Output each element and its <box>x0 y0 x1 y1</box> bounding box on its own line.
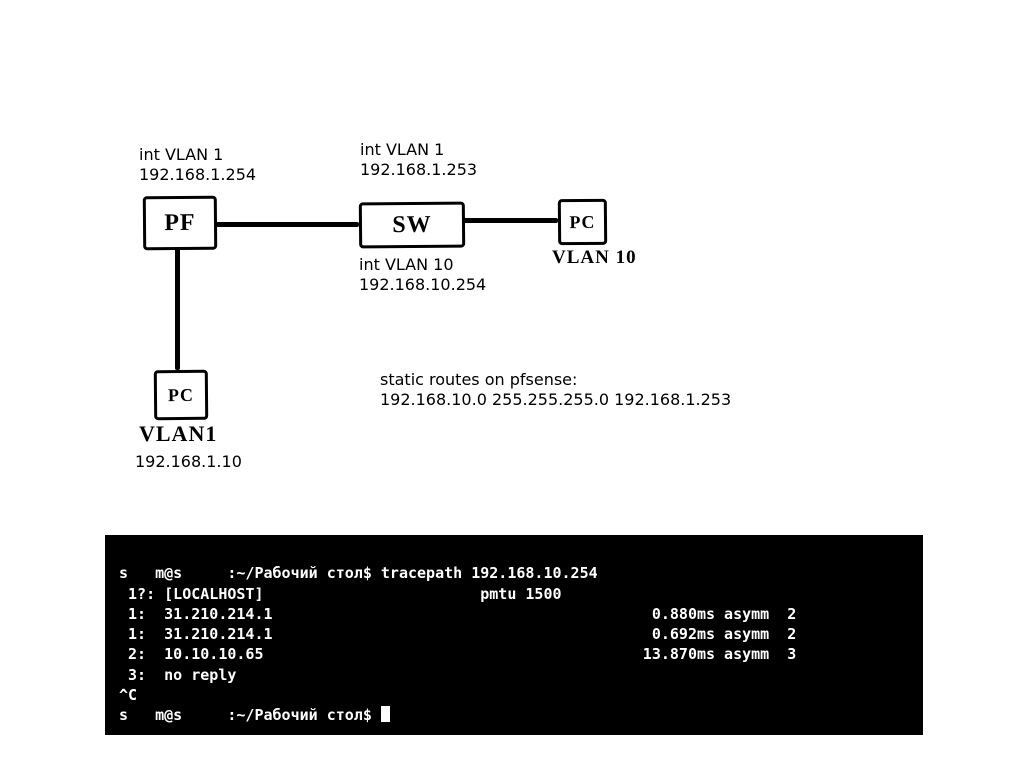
term-prompt2-path: :~/Рабочий стол$ <box>227 706 381 724</box>
sw-vlan10-label: int VLAN 10 192.168.10.254 <box>359 255 486 295</box>
pc1-ip-label: 192.168.1.10 <box>135 452 242 472</box>
term-line-0: 1?: [LOCALHOST] pmtu 1500 <box>119 585 562 603</box>
pf-vlan1-label: int VLAN 1 192.168.1.254 <box>139 145 256 185</box>
link-pf-sw <box>215 222 359 227</box>
link-sw-pc2 <box>463 218 558 223</box>
switch-node: SW <box>359 202 465 249</box>
pfsense-node: PF <box>143 196 217 251</box>
link-pf-pc1 <box>175 248 180 370</box>
term-line-3: 2: 10.10.10.65 13.870ms asymm 3 <box>119 645 796 663</box>
pc2-vlan-label: VLAN 10 <box>552 246 637 270</box>
term-cmd: tracepath 192.168.10.254 <box>381 564 598 582</box>
term-line-4: 3: no reply <box>119 666 236 684</box>
sw-vlan1-label: int VLAN 1 192.168.1.253 <box>360 140 477 180</box>
term-prompt1-path: :~/Рабочий стол$ <box>227 564 381 582</box>
pc-vlan1-node: PC <box>154 370 208 420</box>
term-prompt1-user: s m@s <box>119 564 227 582</box>
pc-vlan10-node: PC <box>558 199 607 245</box>
term-line-2: 1: 31.210.214.1 0.692ms asymm 2 <box>119 625 796 643</box>
terminal-output: s m@s :~/Рабочий стол$ tracepath 192.168… <box>105 535 923 735</box>
pc1-vlan-label: VLAN1 <box>139 420 217 448</box>
term-prompt2-user: s m@s <box>119 706 227 724</box>
terminal-cursor-icon <box>381 706 390 722</box>
pc-vlan1-node-text: PC <box>168 384 194 405</box>
term-line-1: 1: 31.210.214.1 0.880ms asymm 2 <box>119 605 796 623</box>
term-break: ^C <box>119 686 137 704</box>
pfsense-node-text: PF <box>164 209 196 236</box>
static-routes-label: static routes on pfsense: 192.168.10.0 2… <box>380 370 731 410</box>
switch-node-text: SW <box>392 211 432 238</box>
pc-vlan10-node-text: PC <box>569 211 595 232</box>
